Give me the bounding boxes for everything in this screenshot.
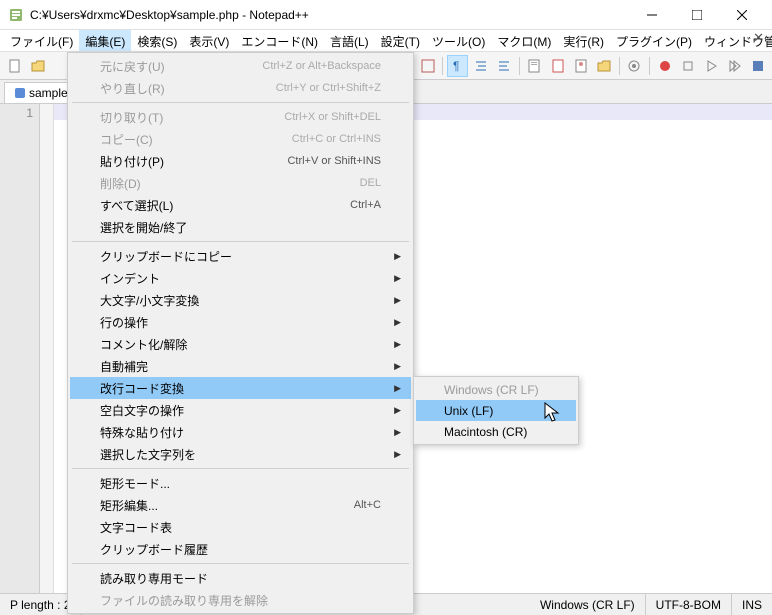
doc-map-icon[interactable] [524, 55, 545, 77]
svg-text:¶: ¶ [453, 59, 459, 73]
chevron-right-icon: ▶ [394, 251, 401, 262]
menu-plugins[interactable]: プラグイン(P) [610, 30, 698, 51]
fold-gutter [40, 104, 54, 593]
minimize-button[interactable] [629, 0, 674, 30]
menu-beginend[interactable]: 選択を開始/終了 [70, 216, 411, 238]
menu-macro[interactable]: マクロ(M) [491, 30, 557, 51]
function-list-icon[interactable] [570, 55, 591, 77]
menu-cut[interactable]: 切り取り(T)Ctrl+X or Shift+DEL [70, 106, 411, 128]
menu-columnmode[interactable]: 矩形モード... [70, 472, 411, 494]
window-title: C:¥Users¥drxmc¥Desktop¥sample.php - Note… [30, 8, 629, 22]
menu-lineops[interactable]: 行の操作▶ [70, 311, 411, 333]
toolbar-icon[interactable] [417, 55, 438, 77]
stop-icon[interactable] [677, 55, 698, 77]
record-icon[interactable] [654, 55, 675, 77]
show-symbol-icon[interactable]: ¶ [447, 55, 468, 77]
menu-delete[interactable]: 削除(D)DEL [70, 172, 411, 194]
chevron-right-icon: ▶ [394, 383, 401, 394]
maximize-button[interactable] [674, 0, 719, 30]
eol-windows[interactable]: Windows (CR LF) [416, 379, 576, 400]
menu-tools[interactable]: ツール(O) [426, 30, 491, 51]
menu-separator [72, 468, 409, 469]
doc-list-icon[interactable] [547, 55, 568, 77]
menu-charpanel[interactable]: 文字コード表 [70, 516, 411, 538]
menu-clipboard[interactable]: クリップボードにコピー▶ [70, 245, 411, 267]
chevron-right-icon: ▶ [394, 405, 401, 416]
chevron-right-icon: ▶ [394, 361, 401, 372]
outdent-icon[interactable] [494, 55, 515, 77]
menu-separator [72, 102, 409, 103]
edit-dropdown: 元に戻す(U)Ctrl+Z or Alt+Backspace やり直し(R)Ct… [67, 52, 414, 614]
status-encoding[interactable]: UTF-8-BOM [646, 594, 732, 615]
play-icon[interactable] [700, 55, 721, 77]
chevron-right-icon: ▶ [394, 449, 401, 460]
tab-label: sample [29, 86, 68, 100]
eol-submenu: Windows (CR LF) Unix (LF) Macintosh (CR) [413, 376, 579, 445]
menu-separator [72, 563, 409, 564]
toolbar-separator [619, 57, 620, 75]
menu-edit[interactable]: 編集(E) [79, 30, 131, 51]
chevron-right-icon: ▶ [394, 427, 401, 438]
menu-close-icon[interactable]: ✕ [753, 30, 764, 46]
status-eol[interactable]: Windows (CR LF) [530, 594, 646, 615]
monitor-icon[interactable] [624, 55, 645, 77]
new-file-icon[interactable] [4, 55, 25, 77]
chevron-right-icon: ▶ [394, 339, 401, 350]
menu-search[interactable]: 検索(S) [131, 30, 183, 51]
close-button[interactable] [719, 0, 764, 30]
menu-selection[interactable]: 選択した文字列を▶ [70, 443, 411, 465]
menu-readonly[interactable]: 読み取り専用モード [70, 567, 411, 589]
eol-mac[interactable]: Macintosh (CR) [416, 421, 576, 442]
menu-paste[interactable]: 貼り付け(P)Ctrl+V or Shift+INS [70, 150, 411, 172]
menu-settings[interactable]: 設定(T) [375, 30, 426, 51]
playback-icon[interactable] [724, 55, 745, 77]
indent-icon[interactable] [470, 55, 491, 77]
chevron-right-icon: ▶ [394, 273, 401, 284]
menu-separator [72, 241, 409, 242]
menu-clearreadonly[interactable]: ファイルの読み取り専用を解除 [70, 589, 411, 611]
file-icon [15, 88, 25, 98]
menu-columnedit[interactable]: 矩形編集...Alt+C [70, 494, 411, 516]
toolbar-separator [649, 57, 650, 75]
menu-language[interactable]: 言語(L) [324, 30, 375, 51]
menu-blank[interactable]: 空白文字の操作▶ [70, 399, 411, 421]
menu-cliphistory[interactable]: クリップボード履歴 [70, 538, 411, 560]
line-number: 1 [0, 106, 33, 120]
menubar: ファイル(F) 編集(E) 検索(S) 表示(V) エンコード(N) 言語(L)… [0, 30, 772, 52]
save-macro-icon[interactable] [747, 55, 768, 77]
menu-view[interactable]: 表示(V) [183, 30, 235, 51]
toolbar-separator [442, 57, 443, 75]
window-controls [629, 0, 764, 30]
eol-unix[interactable]: Unix (LF) [416, 400, 576, 421]
menu-pastespecial[interactable]: 特殊な貼り付け▶ [70, 421, 411, 443]
menu-autocomplete[interactable]: 自動補完▶ [70, 355, 411, 377]
chevron-right-icon: ▶ [394, 317, 401, 328]
status-insert-mode[interactable]: INS [732, 594, 772, 615]
menu-eol[interactable]: 改行コード変換▶ [70, 377, 411, 399]
menu-case[interactable]: 大文字/小文字変換▶ [70, 289, 411, 311]
line-number-gutter: 1 [0, 104, 40, 593]
menu-copy[interactable]: コピー(C)Ctrl+C or Ctrl+INS [70, 128, 411, 150]
menu-comment[interactable]: コメント化/解除▶ [70, 333, 411, 355]
open-file-icon[interactable] [27, 55, 48, 77]
menu-run[interactable]: 実行(R) [557, 30, 610, 51]
folder-icon[interactable] [594, 55, 615, 77]
chevron-right-icon: ▶ [394, 295, 401, 306]
menu-indent[interactable]: インデント▶ [70, 267, 411, 289]
toolbar-separator [519, 57, 520, 75]
menu-encoding[interactable]: エンコード(N) [235, 30, 324, 51]
menu-redo[interactable]: やり直し(R)Ctrl+Y or Ctrl+Shift+Z [70, 77, 411, 99]
app-icon [8, 7, 24, 23]
menu-file[interactable]: ファイル(F) [4, 30, 79, 51]
titlebar: C:¥Users¥drxmc¥Desktop¥sample.php - Note… [0, 0, 772, 30]
menu-undo[interactable]: 元に戻す(U)Ctrl+Z or Alt+Backspace [70, 55, 411, 77]
menu-selectall[interactable]: すべて選択(L)Ctrl+A [70, 194, 411, 216]
